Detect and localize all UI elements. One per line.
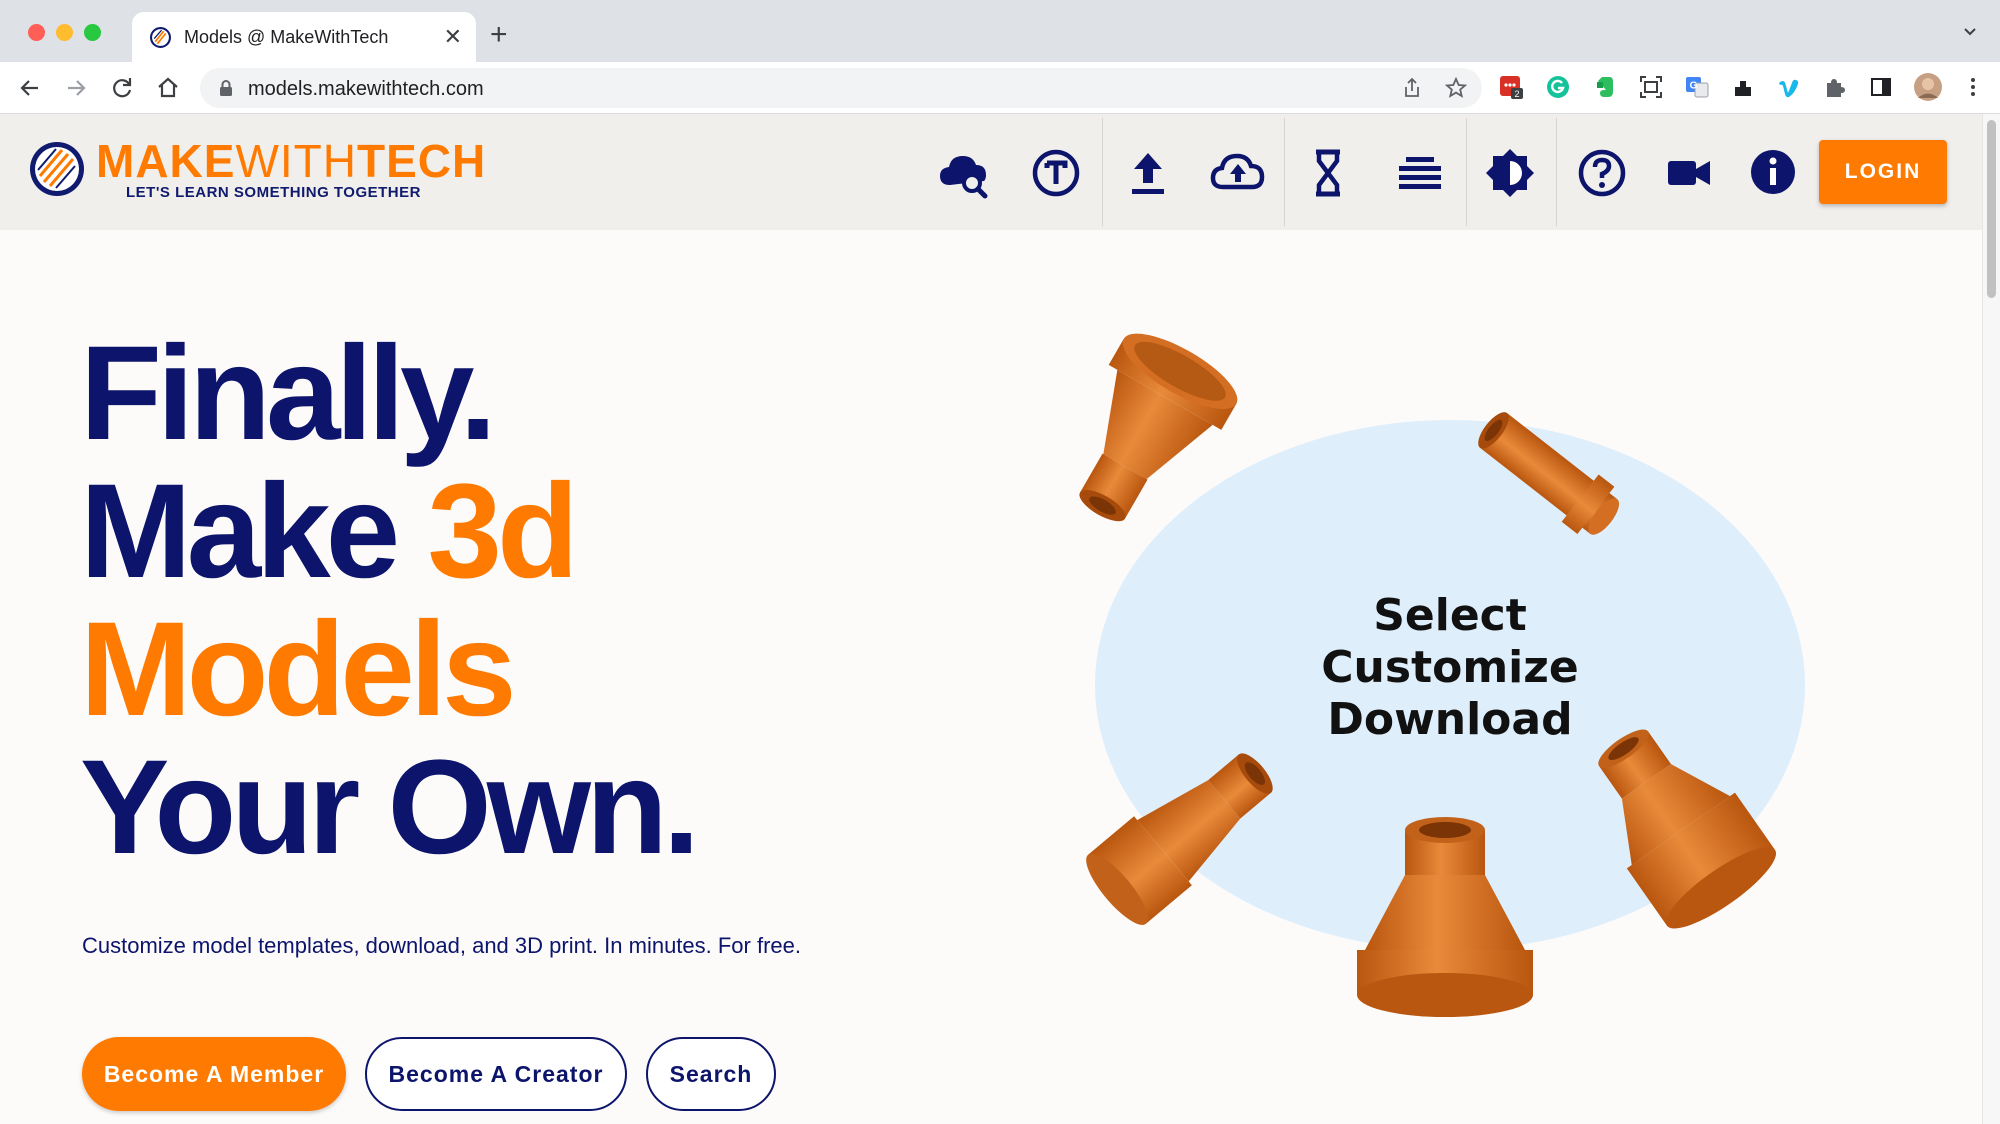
browser-tab[interactable]: Models @ MakeWithTech ✕ [132,12,476,62]
tab-title: Models @ MakeWithTech [184,27,389,47]
tab-close-icon[interactable]: ✕ [444,23,462,51]
window-minimize-button[interactable] [56,24,73,41]
page-scrollbar[interactable] [1982,114,2000,1124]
browser-toolbar: models.makewithtech.com 2 G [0,62,2000,114]
browser-tab-strip: Models @ MakeWithTech ✕ + [0,0,2000,62]
new-tab-button[interactable]: + [490,20,508,50]
vimeo-icon[interactable] [1776,74,1802,100]
nav-divider [1466,118,1467,226]
login-button[interactable]: LOGIN [1819,140,1947,204]
chrome-menu-icon[interactable] [1960,74,1986,100]
red-extension-icon[interactable]: 2 [1498,74,1524,100]
cloud-search-icon[interactable] [938,147,994,199]
makewithtech-favicon-icon [150,27,171,48]
caption-download: Download [1327,694,1573,745]
become-creator-button[interactable]: Become A Creator [365,1037,627,1111]
caption-select: Select [1373,590,1527,641]
headline-line-3: Models [80,595,517,744]
brightness-icon[interactable] [1484,147,1536,199]
extension-badge: 2 [1514,89,1519,99]
hero-subtitle: Customize model templates, download, and… [82,933,802,958]
hero-headline: Finally. Make 3d Models Your Own. [80,319,700,882]
url-text: models.makewithtech.com [248,78,484,100]
back-arrow-icon[interactable] [16,74,44,102]
forward-arrow-icon[interactable] [62,74,90,102]
address-bar[interactable]: models.makewithtech.com [200,68,1482,108]
reload-icon[interactable] [108,74,136,102]
bookmark-star-icon[interactable] [1444,76,1468,100]
lock-icon [220,80,232,96]
share-icon[interactable] [1400,76,1424,100]
logo-wordmark[interactable]: MAKEWITHTECH [96,138,486,184]
logo-tagline: LET'S LEARN SOMETHING TOGETHER [126,184,421,201]
info-icon[interactable] [1746,145,1800,199]
headline-line-2: Make 3d [80,457,579,606]
illustration-caption: Select Customize Download [1280,590,1620,746]
list-icon[interactable] [1394,147,1446,199]
profile-avatar[interactable] [1913,72,1943,102]
side-panel-icon[interactable] [1868,74,1894,100]
screenshot-capture-icon[interactable] [1638,74,1664,100]
text-t-icon[interactable] [1030,147,1082,199]
cloud-upload-icon[interactable] [1210,147,1266,199]
scrollbar-thumb[interactable] [1987,120,1996,298]
help-icon[interactable] [1576,147,1628,199]
nav-divider [1556,118,1557,226]
evernote-icon[interactable] [1592,74,1618,100]
become-member-button[interactable]: Become A Member [82,1037,346,1111]
headline-line-4: Your Own. [80,733,700,882]
window-close-button[interactable] [28,24,45,41]
makewithtech-logo-icon[interactable] [28,140,86,198]
upload-icon[interactable] [1122,147,1174,199]
video-icon[interactable] [1666,147,1712,199]
extensions-puzzle-icon[interactable] [1822,74,1848,100]
search-button[interactable]: Search [646,1037,776,1111]
hourglass-icon[interactable] [1302,147,1354,199]
site-header: MAKEWITHTECH LET'S LEARN SOMETHING TOGET… [0,114,1982,230]
caption-customize: Customize [1321,642,1579,693]
hero-section: Finally. Make 3d Models Your Own. Custom… [0,230,1982,1124]
google-translate-icon[interactable]: G [1684,74,1710,100]
headline-line-1: Finally. [80,319,497,468]
nav-divider [1284,118,1285,226]
tab-search-chevron-icon[interactable] [1962,24,1978,40]
nav-divider [1102,118,1103,226]
grammarly-icon[interactable] [1545,74,1571,100]
window-zoom-button[interactable] [84,24,101,41]
svg-text:G: G [1690,81,1698,92]
home-icon[interactable] [154,74,182,102]
puzzle-block-icon[interactable] [1730,74,1756,100]
